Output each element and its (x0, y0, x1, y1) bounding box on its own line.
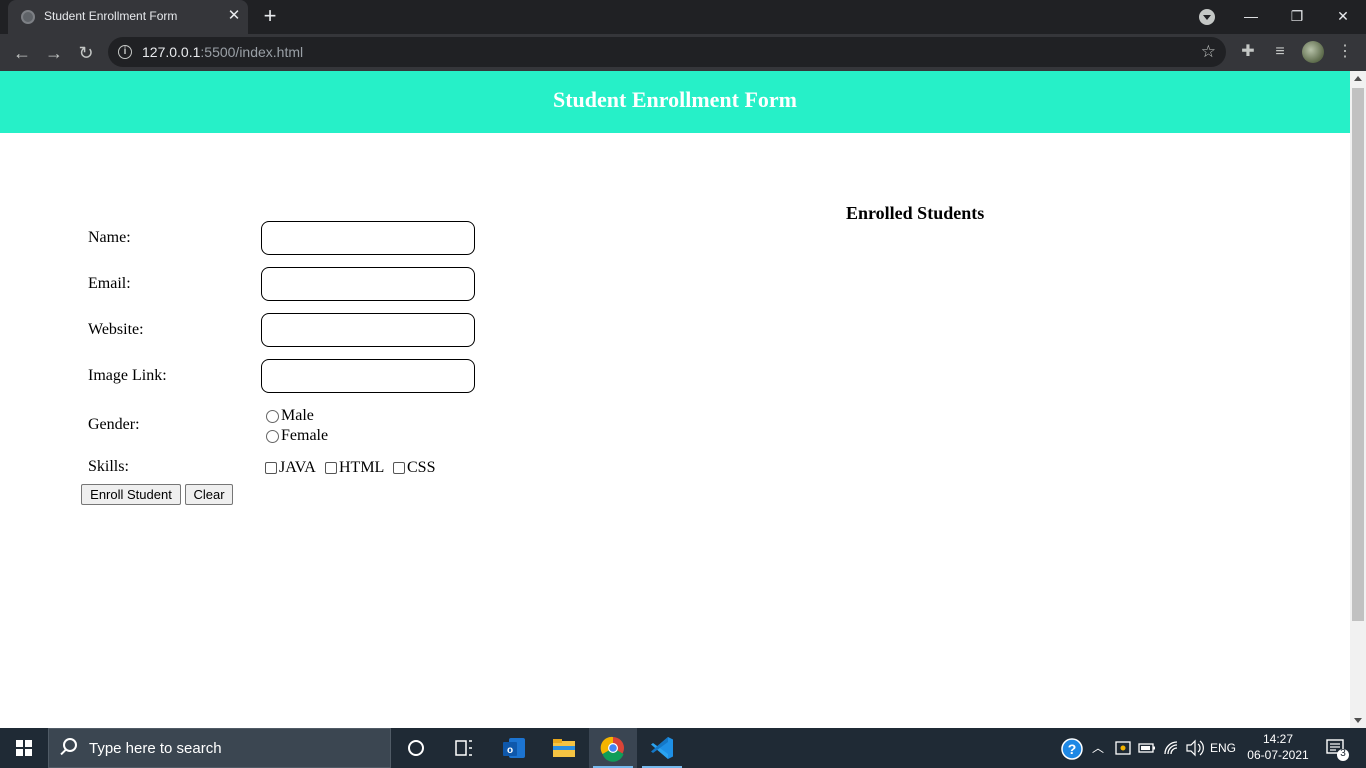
skill-option-java[interactable]: JAVA (265, 459, 316, 477)
task-view-button[interactable] (440, 728, 488, 768)
notification-count: 3 (1340, 748, 1346, 759)
tab-close-icon[interactable]: ✕ (224, 6, 244, 26)
svg-text:?: ? (1068, 741, 1077, 757)
java-checkbox[interactable] (265, 462, 277, 474)
chevron-up-icon[interactable]: ︿ (1088, 728, 1108, 768)
window-restore-button[interactable]: ❐ (1282, 4, 1312, 28)
taskbar-outlook[interactable]: o (490, 728, 538, 768)
enrolled-students-heading: Enrolled Students (846, 203, 985, 223)
reload-icon[interactable]: ↻ (73, 40, 99, 66)
star-icon[interactable]: ☆ (1201, 42, 1216, 62)
css-checkbox[interactable] (393, 462, 405, 474)
gender-option-female[interactable]: Female (266, 427, 328, 445)
search-placeholder: Type here to search (89, 740, 222, 757)
scroll-thumb[interactable] (1352, 88, 1364, 621)
male-label: Male (281, 407, 314, 424)
chrome-icon (600, 736, 624, 762)
window-minimize-button[interactable]: — (1236, 4, 1266, 28)
website-input[interactable] (261, 313, 475, 347)
page-viewport: Student Enrollment Form Name: Email: Web… (0, 71, 1350, 728)
file-explorer-icon (553, 739, 575, 757)
new-tab-button[interactable]: + (258, 5, 282, 29)
clock-date: 06-07-2021 (1247, 748, 1309, 762)
taskbar-clock[interactable]: 14:27 06-07-2021 (1244, 731, 1312, 763)
enroll-student-button[interactable]: Enroll Student (81, 484, 181, 505)
browser-toolbar: ← → ↻ i 127.0.0.1:5500/index.html ☆ ✚ ≡ … (0, 34, 1366, 71)
skill-option-css[interactable]: CSS (393, 459, 435, 477)
taskbar-vscode[interactable] (638, 728, 686, 768)
css-label: CSS (407, 459, 436, 476)
male-radio[interactable] (266, 409, 279, 423)
taskbar-file-explorer[interactable] (540, 728, 588, 768)
windows-taskbar: Type here to search o ? ︿ ENG 14:27 06-0… (0, 728, 1366, 768)
browser-tab[interactable]: Student Enrollment Form ✕ (8, 0, 248, 34)
url-text: 127.0.0.1:5500/index.html (142, 44, 304, 60)
female-radio[interactable] (266, 429, 279, 443)
skill-option-html[interactable]: HTML (325, 459, 384, 477)
language-indicator[interactable]: ENG (1208, 728, 1238, 768)
name-input[interactable] (261, 221, 475, 255)
wifi-icon[interactable] (1160, 728, 1182, 768)
html-label: HTML (339, 459, 385, 476)
email-label: Email: (88, 275, 131, 292)
cortana-button[interactable] (392, 728, 440, 768)
globe-icon (21, 10, 35, 24)
image-link-input[interactable] (261, 359, 475, 393)
page-scrollbar[interactable] (1350, 71, 1366, 728)
help-icon[interactable]: ? (1060, 728, 1084, 768)
info-icon[interactable]: i (118, 45, 132, 59)
clock-time: 14:27 (1262, 732, 1294, 746)
windows-logo-icon (16, 740, 32, 756)
back-arrow-icon[interactable]: ← (9, 40, 35, 66)
tab-search-icon[interactable] (1199, 9, 1215, 25)
start-button[interactable] (0, 728, 48, 768)
task-view-icon (455, 740, 472, 756)
forward-arrow-icon[interactable]: → (41, 40, 67, 66)
extensions-icon[interactable]: ✚ (1238, 42, 1258, 62)
cortana-icon (408, 740, 424, 756)
taskbar-search[interactable]: Type here to search (48, 728, 391, 768)
enrollment-form: Name: Email: Website: Image Link: Gender… (0, 71, 600, 671)
svg-text:o: o (507, 745, 513, 756)
volume-icon[interactable] (1184, 728, 1206, 768)
browser-tab-strip: Student Enrollment Form ✕ + — ❐ ✕ (0, 0, 1366, 34)
vscode-icon (651, 737, 673, 759)
gender-option-male[interactable]: Male (266, 407, 314, 425)
html-checkbox[interactable] (325, 462, 337, 474)
gender-label: Gender: (88, 416, 140, 433)
scroll-down-icon[interactable] (1354, 718, 1362, 723)
search-icon (63, 738, 77, 752)
image-link-label: Image Link: (88, 367, 167, 384)
media-icon[interactable]: ≡ (1270, 42, 1290, 62)
email-input[interactable] (261, 267, 475, 301)
female-label: Female (281, 427, 329, 444)
website-label: Website: (88, 321, 144, 338)
scroll-up-icon[interactable] (1354, 76, 1362, 81)
address-bar[interactable]: i 127.0.0.1:5500/index.html ☆ (108, 37, 1226, 67)
menu-dots-icon[interactable]: ⋮ (1335, 42, 1355, 62)
taskbar-chrome[interactable] (589, 728, 637, 768)
tab-title: Student Enrollment Form (44, 9, 178, 23)
notification-button[interactable]: 3 (1318, 728, 1354, 768)
clear-button[interactable]: Clear (185, 484, 233, 505)
outlook-icon: o (503, 738, 525, 758)
avatar[interactable] (1302, 41, 1324, 63)
power-status-icon[interactable] (1112, 728, 1134, 768)
window-close-button[interactable]: ✕ (1328, 4, 1358, 28)
battery-icon[interactable] (1136, 728, 1158, 768)
name-label: Name: (88, 229, 131, 246)
java-label: JAVA (279, 459, 316, 476)
skills-label: Skills: (88, 458, 129, 475)
